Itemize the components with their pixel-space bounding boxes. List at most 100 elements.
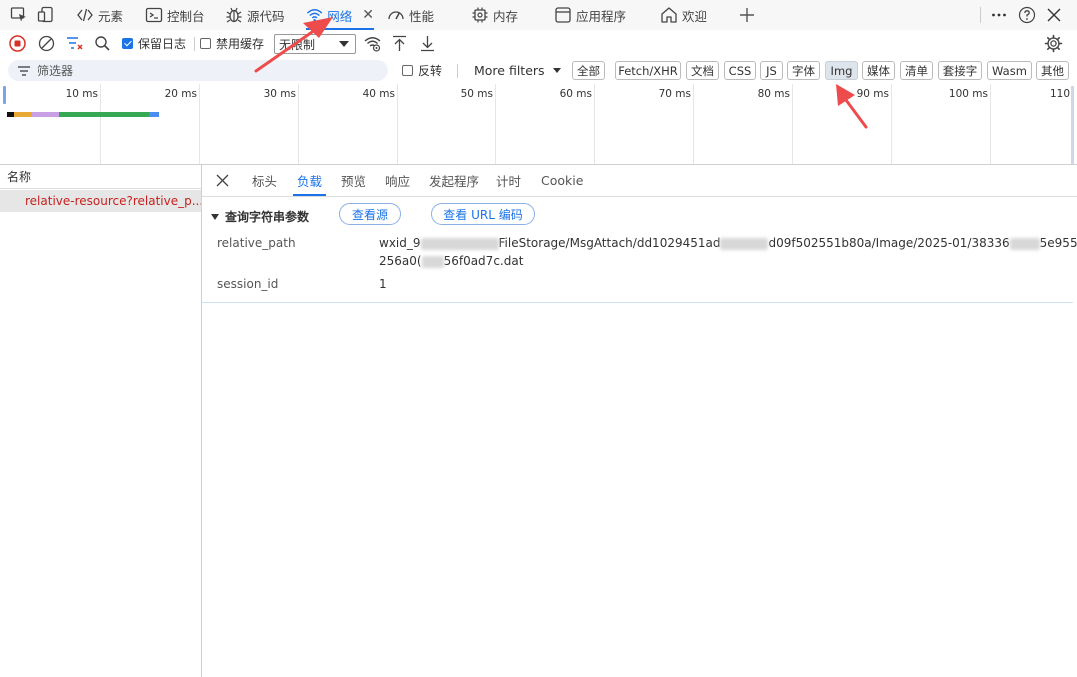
timeline-tick-label: 50 ms <box>460 88 493 100</box>
chip-fetch-xhr[interactable]: Fetch/XHR <box>615 61 681 80</box>
timeline-tick-label: 10 ms <box>65 88 98 100</box>
redacted-block <box>421 255 444 268</box>
record-stop-icon[interactable] <box>8 34 27 53</box>
details-tab-bar: 标头 负载 预览 响应 发起程序 计时 Cookie <box>202 165 1077 197</box>
tab-initiator[interactable]: 发起程序 <box>429 165 479 196</box>
timeline-gridline <box>693 84 694 164</box>
filter-bar: 筛选器 反转 More filters 全部 Fetch/XHR 文档 CSS … <box>0 57 1077 85</box>
more-filters-dropdown[interactable]: More filters <box>474 57 561 84</box>
import-har-icon[interactable] <box>390 34 409 53</box>
timeline-tick-label: 90 ms <box>856 88 889 100</box>
tab-console[interactable]: 控制台 <box>145 0 205 30</box>
throttling-value: 无限制 <box>279 37 316 52</box>
throttling-select[interactable]: 无限制 <box>274 34 356 54</box>
chip-img[interactable]: Img <box>825 61 858 80</box>
filter-input[interactable]: 筛选器 <box>8 60 388 81</box>
tab-application[interactable]: 应用程序 <box>554 0 626 30</box>
tab-welcome[interactable]: 欢迎 <box>660 0 707 30</box>
view-source-button[interactable]: 查看源 <box>339 203 401 225</box>
tab-payload[interactable]: 负载 <box>293 165 327 196</box>
tab-response[interactable]: 响应 <box>385 165 410 196</box>
timeline-gridline <box>397 84 398 164</box>
tab-network[interactable]: 网络 ✕ <box>306 0 374 30</box>
timeline-overview[interactable]: 10 ms 20 ms 30 ms 40 ms 50 ms 60 ms 70 m… <box>0 84 1077 165</box>
tab-application-label: 应用程序 <box>576 8 627 24</box>
inspect-element-icon[interactable] <box>10 6 28 24</box>
timeline-gridline <box>298 84 299 164</box>
more-filters-label: More filters <box>474 63 545 78</box>
param-value[interactable]: wxid_9 FileStorage/MsgAttach/dd1029451ad d… <box>379 234 1077 270</box>
disable-cache-toggle[interactable]: 禁用缓存 <box>200 30 264 57</box>
filter-placeholder: 筛选器 <box>37 64 74 78</box>
tab-memory[interactable]: 内存 <box>471 0 518 30</box>
invert-toggle[interactable]: 反转 <box>402 57 442 84</box>
close-details-icon[interactable] <box>215 173 230 188</box>
chip-doc[interactable]: 文档 <box>686 61 719 80</box>
chevron-down-icon <box>552 68 561 73</box>
filter-toggle-icon[interactable] <box>65 34 84 53</box>
tab-welcome-label: 欢迎 <box>682 8 708 24</box>
chip-font[interactable]: 字体 <box>787 61 820 80</box>
chip-wasm[interactable]: Wasm <box>987 61 1032 80</box>
chip-media[interactable]: 媒体 <box>862 61 895 80</box>
tab-preview[interactable]: 预览 <box>341 165 366 196</box>
param-value[interactable]: 1 <box>379 275 387 293</box>
network-toolbar: 保留日志 禁用缓存 无限制 <box>0 30 1077 58</box>
column-header-name[interactable]: 名称 <box>0 165 201 189</box>
invert-label: 反转 <box>418 64 443 78</box>
invert-checkbox[interactable] <box>402 65 413 76</box>
timeline-gridline <box>199 84 200 164</box>
close-devtools-icon[interactable] <box>1045 6 1063 24</box>
tab-headers[interactable]: 标头 <box>252 165 277 196</box>
tab-sources[interactable]: 源代码 <box>225 0 285 30</box>
caret-down-icon <box>211 213 219 220</box>
chip-manifest[interactable]: 清单 <box>900 61 933 80</box>
timeline-gridline <box>990 84 991 164</box>
timeline-tick-label: 30 ms <box>263 88 296 100</box>
network-conditions-icon[interactable] <box>363 34 382 53</box>
chip-css[interactable]: CSS <box>724 61 756 80</box>
add-tab-icon[interactable] <box>738 6 756 24</box>
timeline-left-handle[interactable] <box>3 86 6 104</box>
chip-other[interactable]: 其他 <box>1036 61 1069 80</box>
tab-elements[interactable]: 元素 <box>76 0 123 30</box>
disable-cache-label: 禁用缓存 <box>216 37 265 51</box>
timing-segment-waiting <box>59 112 149 117</box>
active-tab-indicator <box>293 194 327 196</box>
timeline-tick-label: 60 ms <box>559 88 592 100</box>
chip-js[interactable]: JS <box>760 61 783 80</box>
request-row[interactable]: relative-resource?relative_p... <box>0 190 201 212</box>
network-settings-gear-icon[interactable] <box>1044 34 1063 53</box>
query-params-section-header[interactable]: 查询字符串参数 <box>211 208 309 225</box>
preserve-log-checkbox[interactable] <box>122 38 133 49</box>
value-part: wxid_9 <box>379 236 421 250</box>
chip-socket[interactable]: 套接字 <box>938 61 982 80</box>
view-url-encoded-button[interactable]: 查看 URL 编码 <box>431 203 535 225</box>
timeline-gridline <box>495 84 496 164</box>
redacted-block <box>1009 237 1040 250</box>
tab-network-label: 网络 <box>327 8 353 24</box>
chip-all[interactable]: 全部 <box>572 61 605 80</box>
section-divider <box>202 302 1073 303</box>
search-icon[interactable] <box>93 34 112 53</box>
device-toolbar-icon[interactable] <box>37 6 55 24</box>
help-icon[interactable] <box>1018 6 1036 24</box>
preserve-log-toggle[interactable]: 保留日志 <box>122 30 186 57</box>
export-har-icon[interactable] <box>418 34 437 53</box>
tab-cookies[interactable]: Cookie <box>541 165 583 196</box>
timing-segment-download <box>149 112 159 117</box>
close-tab-icon[interactable]: ✕ <box>362 7 374 23</box>
tab-timing[interactable]: 计时 <box>496 165 521 196</box>
request-details-pane: 标头 负载 预览 响应 发起程序 计时 Cookie 查询字符串参数 查看源 查… <box>202 165 1077 677</box>
timeline-right-handle[interactable] <box>1071 86 1074 164</box>
clear-icon[interactable] <box>37 34 56 53</box>
value-part: 5e9557 <box>1039 236 1077 250</box>
tab-performance[interactable]: 性能 <box>387 0 434 30</box>
more-options-icon[interactable] <box>990 6 1008 24</box>
value-part: FileStorage/MsgAttach/dd1029451ad <box>498 236 721 250</box>
console-icon <box>145 7 163 23</box>
param-value-line-1: wxid_9 FileStorage/MsgAttach/dd1029451ad d… <box>379 234 1077 252</box>
tab-memory-label: 内存 <box>493 8 519 24</box>
disable-cache-checkbox[interactable] <box>200 38 211 49</box>
filter-funnel-icon <box>18 65 30 76</box>
